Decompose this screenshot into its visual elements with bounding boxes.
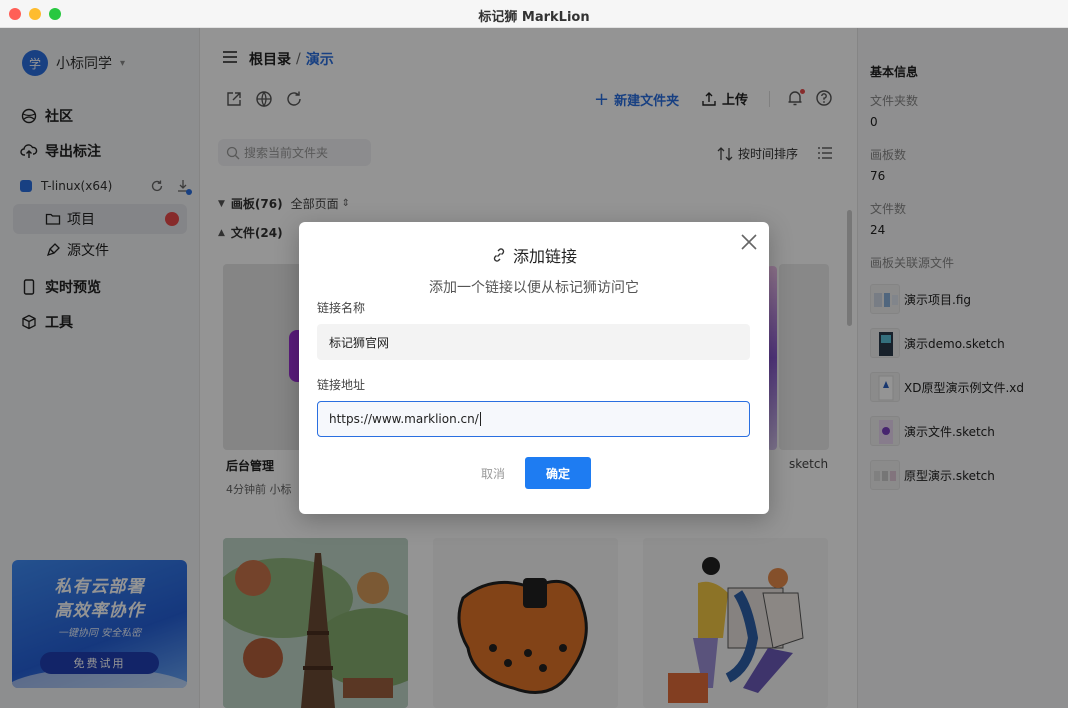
link-icon	[493, 248, 505, 262]
link-url-label: 链接地址	[317, 378, 366, 392]
confirm-button[interactable]: 确定	[525, 457, 591, 489]
add-link-dialog: 添加链接 添加一个链接以便从标记狮访问它 链接名称 标记狮官网 链接地址 htt…	[299, 222, 769, 514]
link-name-label: 链接名称	[317, 301, 366, 315]
cancel-button[interactable]: 取消	[481, 465, 505, 482]
link-name-field[interactable]: 标记狮官网	[317, 324, 750, 360]
text-cursor	[479, 412, 481, 426]
link-name-value: 标记狮官网	[329, 335, 390, 350]
dialog-title-text: 添加链接	[512, 247, 577, 266]
window-title: 标记狮 MarkLion	[478, 10, 590, 25]
dialog-subtitle: 添加一个链接以便从标记狮访问它	[429, 280, 639, 296]
app-window: 标记狮 MarkLion 学 小标同学 ▾ 社区 导出标注 T-linux(x6…	[0, 0, 1068, 708]
title-bar: 标记狮 MarkLion	[0, 0, 1068, 28]
link-url-value: https://www.marklion.cn/	[329, 412, 479, 426]
link-url-field[interactable]: https://www.marklion.cn/	[317, 401, 750, 437]
dialog-title: 添加链接	[299, 243, 769, 267]
